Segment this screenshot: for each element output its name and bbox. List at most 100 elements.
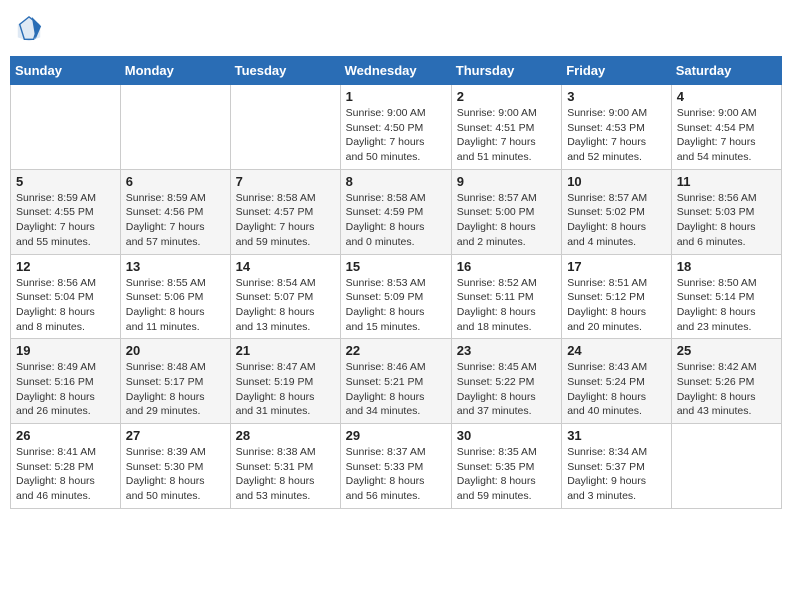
day-info: Sunrise: 8:58 AMSunset: 4:59 PMDaylight:…: [346, 191, 446, 250]
calendar-week-row: 5 Sunrise: 8:59 AMSunset: 4:55 PMDaylight…: [11, 169, 782, 254]
day-info: Sunrise: 8:59 AMSunset: 4:55 PMDaylight:…: [16, 191, 115, 250]
calendar-cell: [11, 85, 121, 170]
day-number: 1: [346, 89, 446, 104]
day-info: Sunrise: 8:39 AMSunset: 5:30 PMDaylight:…: [126, 445, 225, 504]
day-info: Sunrise: 8:57 AMSunset: 5:02 PMDaylight:…: [567, 191, 666, 250]
day-number: 15: [346, 259, 446, 274]
calendar-cell: 28 Sunrise: 8:38 AMSunset: 5:31 PMDayligh…: [230, 424, 340, 509]
day-info: Sunrise: 8:35 AMSunset: 5:35 PMDaylight:…: [457, 445, 556, 504]
day-info: Sunrise: 8:46 AMSunset: 5:21 PMDaylight:…: [346, 360, 446, 419]
day-info: Sunrise: 8:54 AMSunset: 5:07 PMDaylight:…: [236, 276, 335, 335]
calendar-cell: 19 Sunrise: 8:49 AMSunset: 5:16 PMDayligh…: [11, 339, 121, 424]
calendar-cell: 31 Sunrise: 8:34 AMSunset: 5:37 PMDayligh…: [562, 424, 672, 509]
day-info: Sunrise: 8:45 AMSunset: 5:22 PMDaylight:…: [457, 360, 556, 419]
day-info: Sunrise: 8:50 AMSunset: 5:14 PMDaylight:…: [677, 276, 776, 335]
day-number: 27: [126, 428, 225, 443]
day-number: 30: [457, 428, 556, 443]
calendar-week-row: 12 Sunrise: 8:56 AMSunset: 5:04 PMDayligh…: [11, 254, 782, 339]
day-info: Sunrise: 8:55 AMSunset: 5:06 PMDaylight:…: [126, 276, 225, 335]
calendar-cell: 10Sunrise: 8:57 AMSunset: 5:02 PMDayligh…: [562, 169, 672, 254]
day-info: Sunrise: 8:53 AMSunset: 5:09 PMDaylight:…: [346, 276, 446, 335]
day-number: 5: [16, 174, 115, 189]
calendar-cell: 6 Sunrise: 8:59 AMSunset: 4:56 PMDaylight…: [120, 169, 230, 254]
weekday-header-tuesday: Tuesday: [230, 57, 340, 85]
calendar-cell: 20 Sunrise: 8:48 AMSunset: 5:17 PMDayligh…: [120, 339, 230, 424]
day-info: Sunrise: 8:58 AMSunset: 4:57 PMDaylight:…: [236, 191, 335, 250]
day-number: 2: [457, 89, 556, 104]
day-number: 9: [457, 174, 556, 189]
day-number: 29: [346, 428, 446, 443]
day-number: 23: [457, 343, 556, 358]
calendar-cell: 9 Sunrise: 8:57 AMSunset: 5:00 PMDaylight…: [451, 169, 561, 254]
calendar-cell: 16Sunrise: 8:52 AMSunset: 5:11 PMDayligh…: [451, 254, 561, 339]
calendar-cell: 8 Sunrise: 8:58 AMSunset: 4:59 PMDaylight…: [340, 169, 451, 254]
day-number: 31: [567, 428, 666, 443]
day-number: 19: [16, 343, 115, 358]
calendar-cell: 18 Sunrise: 8:50 AMSunset: 5:14 PMDayligh…: [671, 254, 781, 339]
day-info: Sunrise: 8:56 AMSunset: 5:03 PMDaylight:…: [677, 191, 776, 250]
day-number: 26: [16, 428, 115, 443]
day-number: 28: [236, 428, 335, 443]
calendar-cell: 30 Sunrise: 8:35 AMSunset: 5:35 PMDayligh…: [451, 424, 561, 509]
day-info: Sunrise: 8:38 AMSunset: 5:31 PMDaylight:…: [236, 445, 335, 504]
weekday-header-friday: Friday: [562, 57, 672, 85]
day-number: 8: [346, 174, 446, 189]
weekday-header-row: SundayMondayTuesdayWednesdayThursdayFrid…: [11, 57, 782, 85]
calendar-cell: [230, 85, 340, 170]
day-number: 4: [677, 89, 776, 104]
calendar-cell: 27 Sunrise: 8:39 AMSunset: 5:30 PMDayligh…: [120, 424, 230, 509]
day-info: Sunrise: 8:43 AMSunset: 5:24 PMDaylight:…: [567, 360, 666, 419]
day-info: Sunrise: 9:00 AMSunset: 4:50 PMDaylight:…: [346, 106, 446, 165]
day-number: 3: [567, 89, 666, 104]
day-number: 12: [16, 259, 115, 274]
day-number: 20: [126, 343, 225, 358]
day-info: Sunrise: 8:41 AMSunset: 5:28 PMDaylight:…: [16, 445, 115, 504]
day-info: Sunrise: 8:57 AMSunset: 5:00 PMDaylight:…: [457, 191, 556, 250]
day-number: 17: [567, 259, 666, 274]
calendar-cell: 15 Sunrise: 8:53 AMSunset: 5:09 PMDayligh…: [340, 254, 451, 339]
day-number: 22: [346, 343, 446, 358]
calendar-cell: 2 Sunrise: 9:00 AMSunset: 4:51 PMDaylight…: [451, 85, 561, 170]
calendar-cell: 7 Sunrise: 8:58 AMSunset: 4:57 PMDaylight…: [230, 169, 340, 254]
day-info: Sunrise: 8:42 AMSunset: 5:26 PMDaylight:…: [677, 360, 776, 419]
calendar-cell: 5 Sunrise: 8:59 AMSunset: 4:55 PMDaylight…: [11, 169, 121, 254]
weekday-header-wednesday: Wednesday: [340, 57, 451, 85]
day-number: 6: [126, 174, 225, 189]
day-number: 13: [126, 259, 225, 274]
calendar-week-row: 19 Sunrise: 8:49 AMSunset: 5:16 PMDayligh…: [11, 339, 782, 424]
calendar-cell: 26 Sunrise: 8:41 AMSunset: 5:28 PMDayligh…: [11, 424, 121, 509]
day-info: Sunrise: 8:48 AMSunset: 5:17 PMDaylight:…: [126, 360, 225, 419]
day-number: 24: [567, 343, 666, 358]
calendar-cell: 13 Sunrise: 8:55 AMSunset: 5:06 PMDayligh…: [120, 254, 230, 339]
calendar-cell: 17 Sunrise: 8:51 AMSunset: 5:12 PMDayligh…: [562, 254, 672, 339]
day-info: Sunrise: 8:51 AMSunset: 5:12 PMDaylight:…: [567, 276, 666, 335]
calendar-cell: 12 Sunrise: 8:56 AMSunset: 5:04 PMDayligh…: [11, 254, 121, 339]
calendar-cell: 24 Sunrise: 8:43 AMSunset: 5:24 PMDayligh…: [562, 339, 672, 424]
calendar-week-row: 1 Sunrise: 9:00 AMSunset: 4:50 PMDaylight…: [11, 85, 782, 170]
calendar-cell: 14Sunrise: 8:54 AMSunset: 5:07 PMDayligh…: [230, 254, 340, 339]
calendar-week-row: 26 Sunrise: 8:41 AMSunset: 5:28 PMDayligh…: [11, 424, 782, 509]
day-info: Sunrise: 8:49 AMSunset: 5:16 PMDaylight:…: [16, 360, 115, 419]
day-info: Sunrise: 8:37 AMSunset: 5:33 PMDaylight:…: [346, 445, 446, 504]
day-number: 11: [677, 174, 776, 189]
day-number: 7: [236, 174, 335, 189]
day-info: Sunrise: 9:00 AMSunset: 4:54 PMDaylight:…: [677, 106, 776, 165]
day-info: Sunrise: 8:34 AMSunset: 5:37 PMDaylight:…: [567, 445, 666, 504]
day-number: 25: [677, 343, 776, 358]
day-number: 18: [677, 259, 776, 274]
day-info: Sunrise: 8:59 AMSunset: 4:56 PMDaylight:…: [126, 191, 225, 250]
day-number: 16: [457, 259, 556, 274]
calendar-table: SundayMondayTuesdayWednesdayThursdayFrid…: [10, 56, 782, 509]
calendar-cell: 21 Sunrise: 8:47 AMSunset: 5:19 PMDayligh…: [230, 339, 340, 424]
weekday-header-sunday: Sunday: [11, 57, 121, 85]
calendar-cell: [671, 424, 781, 509]
calendar-cell: 3 Sunrise: 9:00 AMSunset: 4:53 PMDaylight…: [562, 85, 672, 170]
day-info: Sunrise: 9:00 AMSunset: 4:53 PMDaylight:…: [567, 106, 666, 165]
day-info: Sunrise: 9:00 AMSunset: 4:51 PMDaylight:…: [457, 106, 556, 165]
weekday-header-saturday: Saturday: [671, 57, 781, 85]
day-number: 21: [236, 343, 335, 358]
weekday-header-thursday: Thursday: [451, 57, 561, 85]
calendar-cell: 11 Sunrise: 8:56 AMSunset: 5:03 PMDayligh…: [671, 169, 781, 254]
day-info: Sunrise: 8:56 AMSunset: 5:04 PMDaylight:…: [16, 276, 115, 335]
day-info: Sunrise: 8:47 AMSunset: 5:19 PMDaylight:…: [236, 360, 335, 419]
